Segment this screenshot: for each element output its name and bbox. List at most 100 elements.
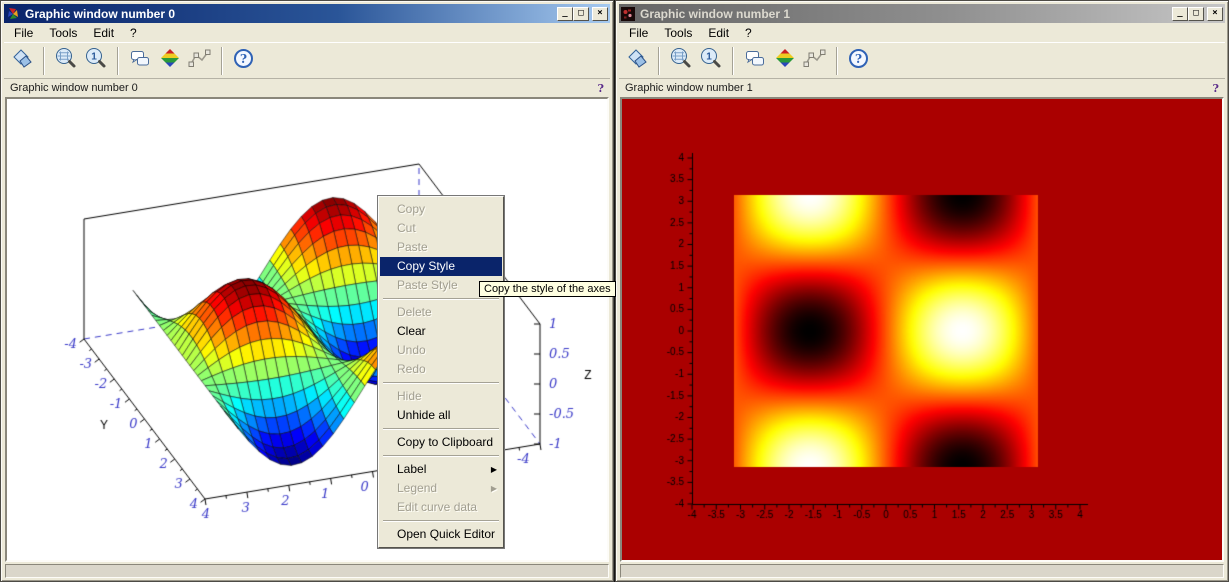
context-menu-item-legend[interactable]: Legend ▶ [380,479,502,498]
toolbar-separator [221,47,223,75]
menu-tools[interactable]: Tools [41,24,85,42]
context-menu-item-label: Cut [397,221,416,235]
close-button[interactable]: × [592,7,608,21]
colormap-icon [773,47,797,74]
context-menu-item-delete[interactable]: Delete [380,303,502,322]
context-menu-item-label: Label [397,462,426,476]
maximize-button[interactable]: □ [573,7,589,21]
infobar-help: ? [1213,82,1219,95]
datatips-icon [803,47,827,74]
infobar: Graphic window number 1 ? [619,79,1225,97]
zoom-area-button[interactable] [51,46,81,76]
zoom-original-button[interactable]: 1 [696,46,726,76]
context-menu-item-unhide-all[interactable]: Unhide all [380,406,502,425]
maximize-button[interactable]: □ [1188,7,1204,21]
tooltip: Copy the style of the axes [479,281,616,297]
submenu-arrow-icon: ▶ [491,479,497,498]
context-menu-item-label[interactable]: Label▶ [380,460,502,479]
context-menu-item-clear[interactable]: Clear [380,322,502,341]
context-menu: Copy Cut Paste Copy Style Paste Style Delete C… [378,196,504,548]
context-menu-item-redo[interactable]: Redo [380,360,502,379]
colormap-button[interactable] [155,46,185,76]
heatmap-plot-canvas[interactable] [622,99,1224,557]
zoom-original-button[interactable]: 1 [81,46,111,76]
menu-file[interactable]: File [6,24,41,42]
minimize-icon: _ [562,8,567,18]
context-menu-item-label: Copy [397,202,425,216]
toolbar: 1? [619,42,1225,79]
menu-help[interactable]: ? [122,24,145,42]
infobar-help: ? [598,82,604,95]
rotate-3d-icon [10,47,34,74]
minimize-icon: _ [1177,8,1182,18]
datatips-button[interactable] [185,46,215,76]
context-menu-item-label: Undo [397,343,426,357]
scilab-icon [6,7,20,21]
ged-editor-button[interactable] [740,46,770,76]
statusbar [620,564,1224,578]
infobar: Graphic window number 0 ? [4,79,610,97]
rotate-3d-button[interactable] [622,46,652,76]
colormap-button[interactable] [770,46,800,76]
titlebar[interactable]: Graphic window number 1 _□× [619,4,1225,23]
colormap-icon [158,47,182,74]
menu-edit[interactable]: Edit [85,24,122,42]
ged-editor-button[interactable] [125,46,155,76]
context-menu-separator [383,382,499,384]
close-button[interactable]: × [1207,7,1223,21]
context-menu-item-label: Clear [397,324,426,338]
menu-tools[interactable]: Tools [656,24,700,42]
context-menu-item-undo[interactable]: Undo [380,341,502,360]
infobar-label: Graphic window number 0 [10,82,138,94]
context-menu-item-label: Paste Style [397,278,458,292]
context-menu-item-copy-style[interactable]: Copy Style [380,257,502,276]
toolbar-separator [658,47,660,75]
close-icon: × [1212,8,1217,18]
maximize-icon: □ [578,8,583,18]
zoom-original-icon: 1 [699,47,723,74]
window-controls: _ □ × [1172,7,1223,21]
context-menu-item-label: Legend [397,481,437,495]
plot-area-heatmap[interactable] [620,97,1224,562]
svg-text:?: ? [855,52,862,66]
context-menu-separator [383,428,499,430]
rotate-3d-icon [625,47,649,74]
help-button[interactable]: ? [844,46,874,76]
plot-area-surface[interactable] [5,97,609,562]
surface-plot-canvas[interactable] [7,99,609,557]
help-button[interactable]: ? [229,46,259,76]
context-menu-item-hide[interactable]: Hide [380,387,502,406]
close-icon: × [597,8,602,18]
toolbar: 1? [4,42,610,79]
context-menu-item-label: Redo [397,362,426,376]
context-menu-item-label: Unhide all [397,408,450,422]
menubar: FileToolsEdit? [619,23,1225,42]
infobar-label: Graphic window number 1 [625,82,753,94]
toolbar-separator [43,47,45,75]
help-icon: ? [847,47,871,74]
titlebar[interactable]: Graphic window number 0 _□× [4,4,610,23]
context-menu-separator [383,455,499,457]
context-menu-item-copy[interactable]: Copy [380,200,502,219]
datatips-icon [188,47,212,74]
context-menu-item-copy-to-clipboard[interactable]: Copy to Clipboard [380,433,502,452]
help-icon: ? [232,47,256,74]
toolbar-separator [836,47,838,75]
zoom-area-icon [54,47,78,74]
datatips-button[interactable] [800,46,830,76]
menu-file[interactable]: File [621,24,656,42]
menu-help[interactable]: ? [737,24,760,42]
context-menu-item-label: Hide [397,389,422,403]
minimize-button[interactable]: _ [557,7,573,21]
svg-text:1: 1 [706,52,712,63]
context-menu-item-edit-curve-data[interactable]: Edit curve data [380,498,502,517]
menu-edit[interactable]: Edit [700,24,737,42]
zoom-area-button[interactable] [666,46,696,76]
context-menu-item-paste[interactable]: Paste [380,238,502,257]
context-menu-item-open-quick-editor[interactable]: Open Quick Editor [380,525,502,544]
context-menu-item-cut[interactable]: Cut [380,219,502,238]
minimize-button[interactable]: _ [1172,7,1188,21]
context-menu-item-label: Edit curve data [397,500,477,514]
context-menu-item-label: Paste [397,240,428,254]
rotate-3d-button[interactable] [7,46,37,76]
